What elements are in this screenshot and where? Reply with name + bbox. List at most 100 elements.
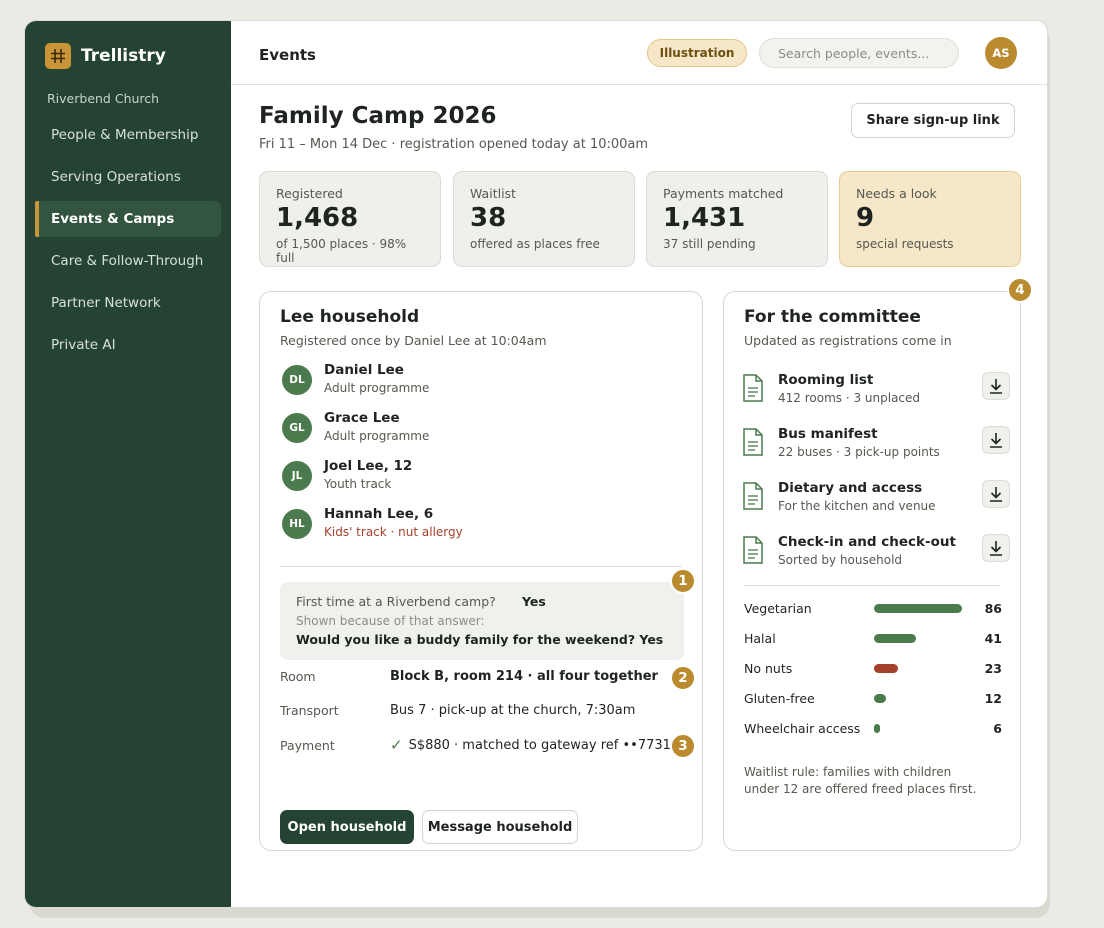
- illustration-badge: Illustration: [647, 39, 747, 67]
- document-icon: [743, 482, 763, 510]
- stat-note: 37 still pending: [663, 237, 756, 251]
- sidebar-nav: People & Membership Serving Operations E…: [35, 117, 221, 369]
- export-row[interactable]: Bus manifest 22 buses · 3 pick-up points: [742, 426, 1012, 472]
- dietary-count: 12: [984, 691, 1002, 706]
- dietary-label: No nuts: [744, 661, 793, 676]
- export-subtitle: Sorted by household: [778, 553, 903, 567]
- export-title: Bus manifest: [778, 426, 878, 442]
- document-icon: [743, 536, 763, 564]
- callout-badge-1: 1: [670, 568, 696, 594]
- dietary-row: Vegetarian 86: [744, 599, 1002, 619]
- household-subtitle: Registered once by Daniel Lee at 10:04am: [280, 333, 547, 348]
- member-row[interactable]: JL Joel Lee, 12 Youth track: [282, 458, 412, 491]
- download-button[interactable]: [982, 534, 1010, 562]
- trellis-logo-icon: [45, 43, 71, 69]
- member-row[interactable]: HL Hannah Lee, 6 Kids' track · nut aller…: [282, 506, 463, 539]
- export-row[interactable]: Check-in and check-out Sorted by househo…: [742, 534, 1012, 580]
- divider: [280, 566, 682, 567]
- registration-question: First time at a Riverbend camp? Yes Show…: [280, 582, 684, 660]
- divider: [744, 585, 1000, 586]
- dietary-label: Vegetarian: [744, 601, 812, 616]
- question-text: First time at a Riverbend camp?: [296, 594, 496, 609]
- main-content: Events Illustration Search people, event…: [231, 21, 1047, 907]
- stat-value: 38: [470, 203, 507, 233]
- stat-label: Registered: [276, 186, 343, 201]
- dietary-row: Halal 41: [744, 629, 1002, 649]
- member-avatar: HL: [282, 509, 312, 539]
- download-icon: [990, 487, 1002, 502]
- share-signup-button[interactable]: Share sign-up link: [851, 103, 1015, 138]
- detail-transport: Transport Bus 7 · pick-up at the church,…: [280, 703, 635, 718]
- waitlist-rule: Waitlist rule: families with children un…: [744, 765, 977, 796]
- committee-subtitle: Updated as registrations come in: [744, 333, 952, 348]
- stat-label: Needs a look: [856, 186, 937, 201]
- sidebar-item-partners[interactable]: Partner Network: [35, 285, 221, 321]
- committee-card: For the committee Updated as registratio…: [723, 291, 1021, 851]
- member-row[interactable]: GL Grace Lee Adult programme: [282, 410, 429, 443]
- sidebar-item-events[interactable]: Events & Camps: [35, 201, 221, 237]
- question-answer: Yes: [522, 594, 546, 609]
- member-avatar: DL: [282, 365, 312, 395]
- download-icon: [990, 379, 1002, 394]
- detail-value: S$880 · matched to gateway ref ••7731: [408, 737, 671, 753]
- stat-card-payments: Payments matched 1,431 37 still pending: [646, 171, 828, 267]
- detail-label: Transport: [280, 703, 339, 718]
- detail-value: Block B, room 214 · all four together: [390, 669, 658, 684]
- download-button[interactable]: [982, 480, 1010, 508]
- dietary-bar: [874, 604, 962, 613]
- dietary-bar: [874, 694, 886, 703]
- export-subtitle: For the kitchen and venue: [778, 499, 936, 513]
- sidebar: Trellistry Riverbend Church People & Mem…: [25, 21, 231, 907]
- download-icon: [990, 541, 1002, 556]
- member-track-allergy: Kids' track · nut allergy: [324, 525, 463, 539]
- detail-label: Room: [280, 669, 316, 684]
- detail-label: Payment: [280, 737, 335, 753]
- sidebar-item-serving[interactable]: Serving Operations: [35, 159, 221, 195]
- member-row[interactable]: DL Daniel Lee Adult programme: [282, 362, 429, 395]
- app-name: Trellistry: [81, 46, 166, 66]
- search-input[interactable]: Search people, events...: [759, 38, 959, 68]
- member-avatar: JL: [282, 461, 312, 491]
- member-track: Adult programme: [324, 429, 430, 443]
- stat-card-needs-look[interactable]: Needs a look 9 special requests: [839, 171, 1021, 267]
- callout-badge-3: 3: [670, 733, 696, 759]
- callout-badge-4: 4: [1007, 277, 1033, 303]
- member-track: Youth track: [324, 477, 392, 491]
- app-window: Trellistry Riverbend Church People & Mem…: [24, 20, 1048, 908]
- member-name: Joel Lee, 12: [324, 458, 413, 474]
- avatar[interactable]: AS: [985, 37, 1017, 69]
- message-household-button[interactable]: Message household: [422, 810, 578, 844]
- dietary-label: Wheelchair access: [744, 721, 861, 736]
- sidebar-item-care[interactable]: Care & Follow-Through: [35, 243, 221, 279]
- dietary-row: Gluten-free 12: [744, 689, 1002, 709]
- sidebar-item-private-ai[interactable]: Private AI: [35, 327, 221, 363]
- export-subtitle: 412 rooms · 3 unplaced: [778, 391, 921, 405]
- detail-payment: Payment ✓ S$880 · matched to gateway ref…: [280, 736, 671, 754]
- document-icon: [743, 428, 763, 456]
- export-title: Check-in and check-out: [778, 534, 956, 550]
- event-dates: Fri 11 – Mon 14 Dec · registration opene…: [259, 137, 649, 152]
- dietary-count: 86: [984, 601, 1002, 616]
- open-household-button[interactable]: Open household: [280, 810, 414, 844]
- stat-label: Waitlist: [470, 186, 516, 201]
- dietary-count: 41: [984, 631, 1002, 646]
- dietary-label: Halal: [744, 631, 776, 646]
- dietary-bar: [874, 664, 898, 673]
- export-title: Dietary and access: [778, 480, 923, 496]
- export-subtitle: 22 buses · 3 pick-up points: [778, 445, 940, 459]
- export-row[interactable]: Dietary and access For the kitchen and v…: [742, 480, 1012, 526]
- dietary-count: 23: [984, 661, 1002, 676]
- household-title: Lee household: [280, 307, 420, 327]
- sidebar-item-people[interactable]: People & Membership: [35, 117, 221, 153]
- stat-label: Payments matched: [663, 186, 784, 201]
- member-name: Hannah Lee, 6: [324, 506, 434, 522]
- download-button[interactable]: [982, 372, 1010, 400]
- download-button[interactable]: [982, 426, 1010, 454]
- stat-value: 1,431: [663, 203, 746, 233]
- brand[interactable]: Trellistry: [45, 43, 166, 69]
- stat-note: of 1,500 places · 98% full: [276, 237, 407, 265]
- export-row[interactable]: Rooming list 412 rooms · 3 unplaced: [742, 372, 1012, 418]
- member-name: Grace Lee: [324, 410, 400, 426]
- page-section-title: Events: [259, 46, 316, 64]
- dietary-bar: [874, 724, 880, 733]
